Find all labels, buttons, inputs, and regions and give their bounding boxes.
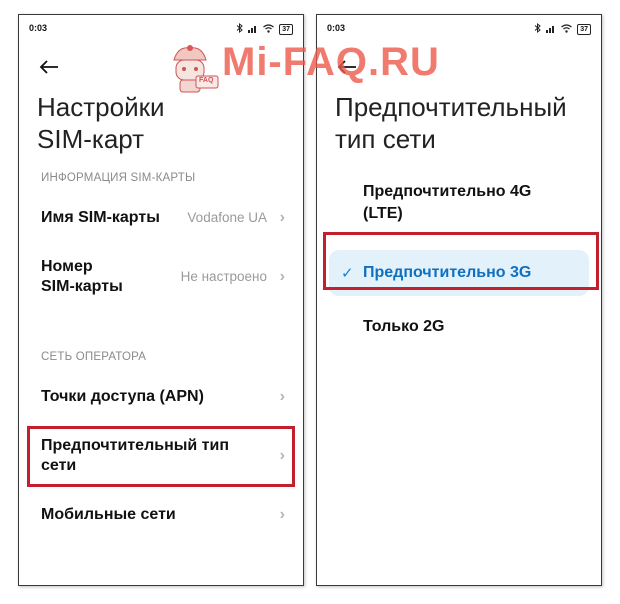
bluetooth-icon <box>534 22 541 35</box>
apn-row[interactable]: Точки доступа (APN) › <box>41 387 289 407</box>
sim-name-row[interactable]: Имя SIM-карты Vodafone UA › <box>41 208 289 228</box>
option-2g[interactable]: Только 2G <box>363 316 587 338</box>
chevron-right-icon: › <box>279 388 285 405</box>
mobile-networks-label: Мобильные сети <box>41 506 176 523</box>
status-bar: 0:03 37 <box>29 22 293 37</box>
bluetooth-icon <box>236 22 243 35</box>
chevron-right-icon: › <box>279 447 285 464</box>
preferred-network-row[interactable]: Предпочтительный тип сети › <box>41 436 289 476</box>
page-title: Настройки SIM-карт <box>37 92 165 154</box>
sim-number-value: Не настроено <box>180 269 267 284</box>
signal-icon <box>248 24 258 35</box>
status-time: 0:03 <box>327 23 346 33</box>
option-4g[interactable]: Предпочтительно 4G (LTE) <box>363 181 587 225</box>
signal-icon <box>546 24 556 35</box>
preferred-network-label: Предпочтительный тип сети <box>41 437 230 474</box>
chevron-right-icon: › <box>279 209 285 226</box>
chevron-right-icon: › <box>279 506 285 523</box>
sim-settings-screen: 0:03 37 Настройки SIM-карт ИНФОРМАЦИЯ SI… <box>18 14 304 586</box>
status-bar: 0:03 37 <box>327 22 591 37</box>
wifi-icon <box>263 23 275 35</box>
highlight-frame <box>323 232 599 290</box>
sim-name-label: Имя SIM-карты <box>41 209 160 226</box>
watermark: FAQ Mi-FAQ.RU <box>160 38 470 98</box>
mascot-logo-icon: FAQ <box>160 38 220 98</box>
page-title: Предпочтительный тип сети <box>335 92 567 154</box>
watermark-text: Mi-FAQ.RU <box>222 40 440 84</box>
back-arrow-icon[interactable] <box>39 57 59 79</box>
preferred-network-screen: 0:03 37 Предпочтительный тип сети Предпо… <box>316 14 602 586</box>
watermark-badge: FAQ <box>199 77 214 84</box>
sim-number-row[interactable]: Номер SIM-карты Не настроено › <box>41 257 289 297</box>
section-sim-info: ИНФОРМАЦИЯ SIM-КАРТЫ <box>41 172 196 184</box>
section-operator-network: СЕТЬ ОПЕРАТОРА <box>41 351 147 363</box>
sim-name-value: Vodafone UA <box>187 210 267 225</box>
battery-icon: 37 <box>577 23 591 35</box>
apn-label: Точки доступа (APN) <box>41 388 204 405</box>
chevron-right-icon: › <box>279 268 285 285</box>
mobile-networks-row[interactable]: Мобильные сети › <box>41 505 289 525</box>
wifi-icon <box>561 23 573 35</box>
battery-icon: 37 <box>279 23 293 35</box>
status-time: 0:03 <box>29 23 48 33</box>
